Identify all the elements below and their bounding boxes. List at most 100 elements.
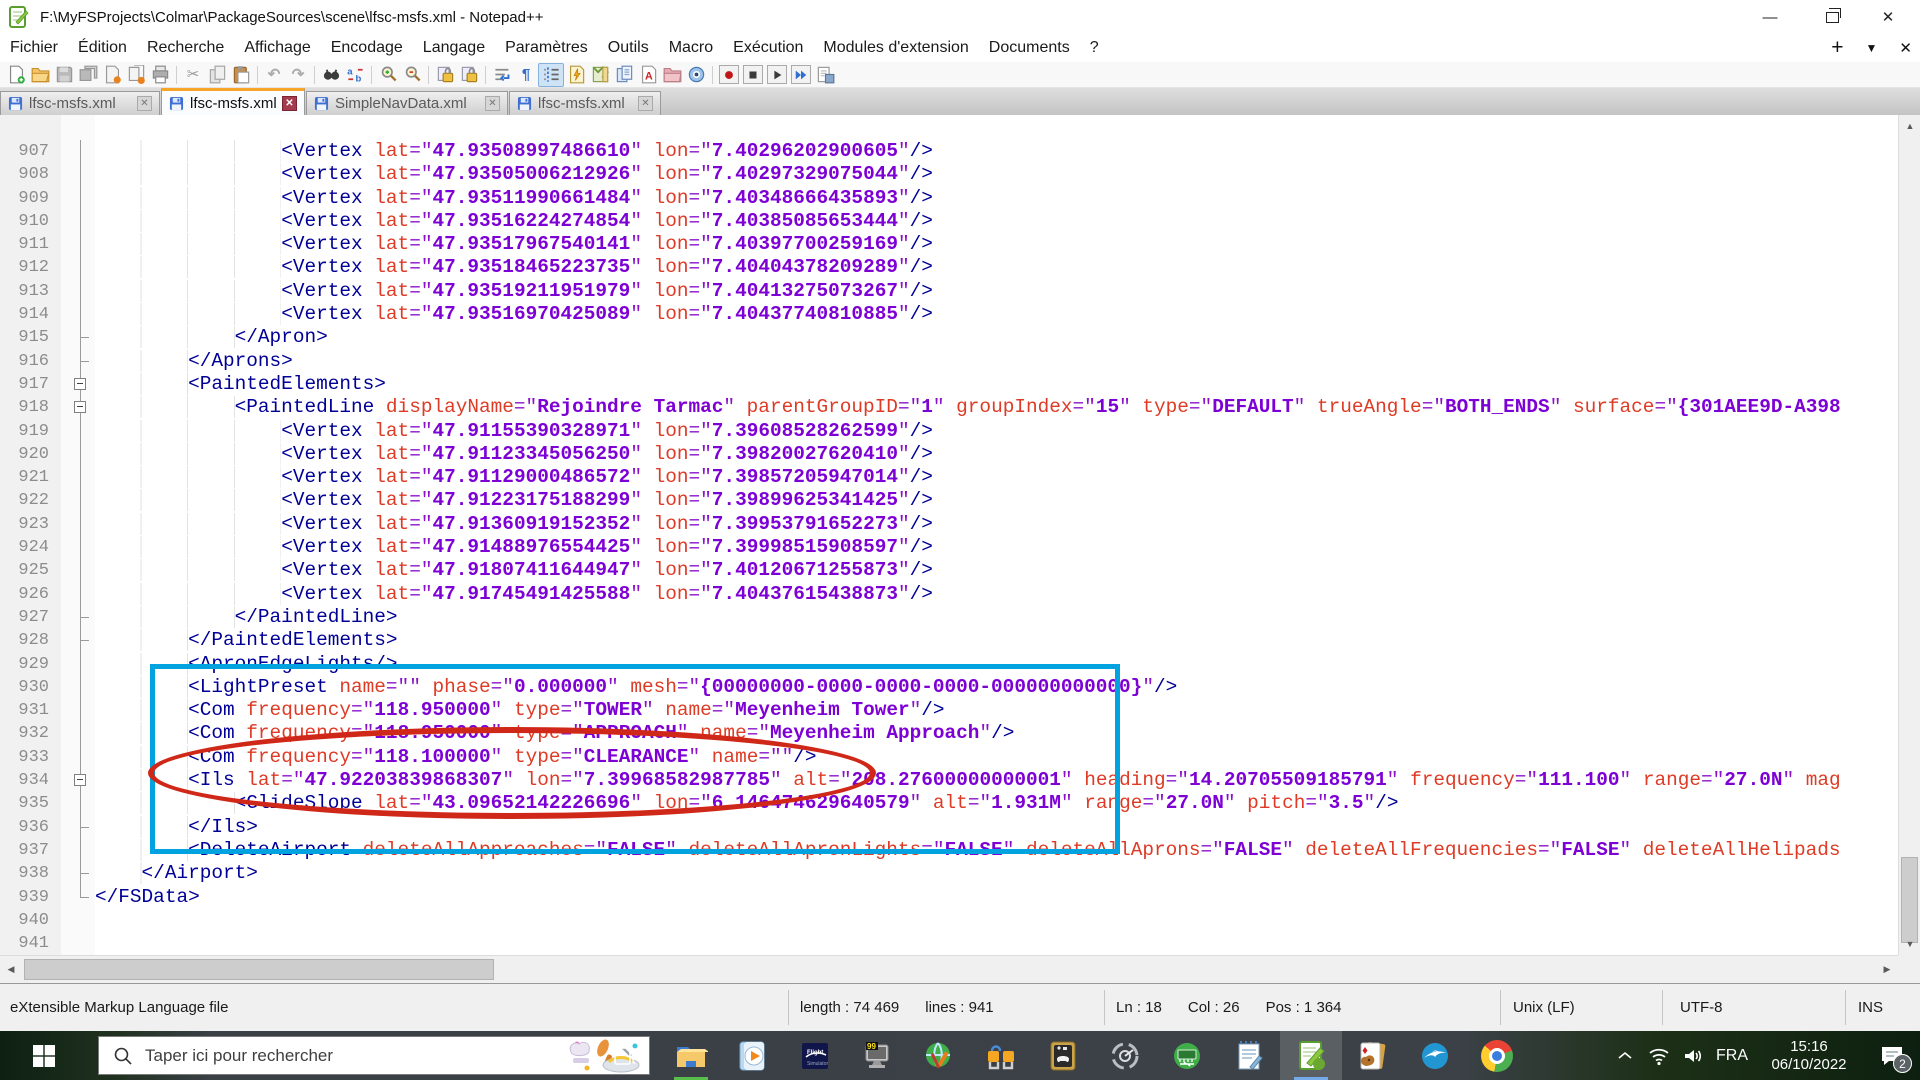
menu-item-langage[interactable]: Langage: [413, 39, 495, 57]
tab-0-lfsc-msfs.xml[interactable]: lfsc-msfs.xml ✕: [0, 91, 160, 115]
redo-icon[interactable]: ↷: [286, 64, 310, 86]
horizontal-scroll-thumb[interactable]: [24, 959, 494, 980]
code-line-915[interactable]: </Apron>: [95, 326, 1898, 349]
menu-item-encodage[interactable]: Encodage: [321, 39, 413, 57]
code-line-929[interactable]: <ApronEdgeLights/>: [95, 652, 1898, 676]
code-line-937[interactable]: <DeleteAirport deleteAllApproaches="FALS…: [95, 838, 1898, 862]
taskbar-notepad[interactable]: [1218, 1031, 1280, 1080]
macro-save-icon[interactable]: [813, 64, 837, 86]
taskbar-game-bar[interactable]: [1032, 1031, 1094, 1080]
vertical-scrollbar[interactable]: ▲ ▼: [1898, 115, 1920, 955]
code-line-928[interactable]: </PaintedElements>: [95, 629, 1898, 652]
menu-item-fichier[interactable]: Fichier: [0, 39, 68, 57]
code-line-925[interactable]: <Vertex lat="47.91807411644947" lon="7.4…: [95, 559, 1898, 582]
sync-scroll-vertical-icon[interactable]: [433, 64, 457, 86]
taskbar-clock[interactable]: 15:16 06/10/2022: [1754, 1038, 1864, 1074]
taskbar-web-tools[interactable]: [908, 1031, 970, 1080]
volume-icon[interactable]: [1676, 1031, 1710, 1080]
code-line-908[interactable]: <Vertex lat="47.93505006212926" lon="7.4…: [95, 163, 1898, 186]
minimize-button[interactable]: —: [1744, 0, 1796, 34]
code-line-922[interactable]: <Vertex lat="47.91223175188299" lon="7.3…: [95, 489, 1898, 512]
tab-list-icon[interactable]: ▼: [1866, 41, 1878, 55]
restore-button[interactable]: [1806, 0, 1858, 34]
replace-icon[interactable]: ab: [343, 64, 367, 86]
code-line-918[interactable]: <PaintedLine displayName="Rejoindre Tarm…: [95, 396, 1898, 419]
code-line-913[interactable]: <Vertex lat="47.93519211951979" lon="7.4…: [95, 279, 1898, 303]
code-view[interactable]: <Vertex lat="47.93508997486610" lon="7.4…: [95, 115, 1898, 955]
macro-run-multiple-icon[interactable]: [789, 64, 813, 86]
code-line-924[interactable]: <Vertex lat="47.91488976554425" lon="7.3…: [95, 536, 1898, 559]
taskbar-clip-manager[interactable]: [970, 1031, 1032, 1080]
save-all-icon[interactable]: [76, 64, 100, 86]
tab-1-lfsc-msfs.xml[interactable]: lfsc-msfs.xml ✕: [161, 88, 305, 115]
code-line-926[interactable]: <Vertex lat="47.91745491425588" lon="7.4…: [95, 582, 1898, 606]
copy-icon[interactable]: [205, 64, 229, 86]
macro-record-icon[interactable]: [717, 64, 741, 86]
menu-item-?[interactable]: ?: [1080, 39, 1109, 57]
taskbar-notepad-plus-plus[interactable]: [1280, 1031, 1342, 1080]
taskbar-file-explorer[interactable]: [660, 1031, 722, 1080]
code-line-907[interactable]: <Vertex lat="47.93508997486610" lon="7.4…: [95, 140, 1898, 163]
code-line-931[interactable]: <Com frequency="118.950000" type="TOWER"…: [95, 699, 1898, 722]
macro-play-icon[interactable]: [765, 64, 789, 86]
start-button[interactable]: [16, 1031, 72, 1080]
folder-as-workspace-icon[interactable]: [660, 64, 684, 86]
function-list-icon[interactable]: [564, 64, 588, 86]
tab-close-icon[interactable]: ✕: [137, 96, 152, 111]
tab-close-icon[interactable]: ✕: [638, 96, 653, 111]
word-wrap-icon[interactable]: [490, 64, 514, 86]
save-icon[interactable]: [52, 64, 76, 86]
indent-guides-icon[interactable]: [538, 62, 564, 87]
find-icon[interactable]: [319, 64, 343, 86]
code-line-939[interactable]: </FSData>: [95, 886, 1898, 909]
new-file-icon[interactable]: [4, 64, 28, 86]
status-insert-mode[interactable]: INS: [1858, 999, 1883, 1016]
close-button[interactable]: ✕: [1862, 0, 1914, 34]
print-icon[interactable]: [148, 64, 172, 86]
code-line-914[interactable]: <Vertex lat="47.93516970425089" lon="7.4…: [95, 303, 1898, 326]
code-line-923[interactable]: <Vertex lat="47.91360919152352" lon="7.3…: [95, 512, 1898, 536]
code-line-938[interactable]: </Airport>: [95, 862, 1898, 885]
vertical-scroll-thumb[interactable]: [1901, 857, 1918, 943]
macro-stop-icon[interactable]: [741, 64, 765, 86]
taskbar-solitaire[interactable]: [1342, 1031, 1404, 1080]
code-line-940[interactable]: [95, 909, 1898, 932]
fold-marker[interactable]: [61, 769, 95, 793]
sync-scroll-horizontal-icon[interactable]: [457, 64, 481, 86]
document-list-icon[interactable]: [612, 64, 636, 86]
menu-item--dition[interactable]: Édition: [68, 39, 137, 57]
taskbar-fps-monitor[interactable]: 99: [846, 1031, 908, 1080]
menu-item-macro[interactable]: Macro: [659, 39, 723, 57]
code-line-916[interactable]: </Aprons>: [95, 349, 1898, 373]
scroll-right-icon[interactable]: ▶: [1876, 958, 1898, 980]
paste-icon[interactable]: [229, 64, 253, 86]
code-line-912[interactable]: <Vertex lat="47.93518465223735" lon="7.4…: [95, 256, 1898, 279]
notification-center-button[interactable]: 2: [1864, 1031, 1920, 1080]
code-line-933[interactable]: <Com frequency="118.100000" type="CLEARA…: [95, 745, 1898, 769]
menu-item-ex-cution[interactable]: Exécution: [723, 39, 813, 57]
tab-2-SimpleNavData.xml[interactable]: SimpleNavData.xml ✕: [306, 91, 508, 115]
menu-item-param-tres[interactable]: Paramètres: [495, 39, 598, 57]
taskbar-defrag[interactable]: [1094, 1031, 1156, 1080]
code-line-921[interactable]: <Vertex lat="47.91129000486572" lon="7.3…: [95, 466, 1898, 489]
code-line-920[interactable]: <Vertex lat="47.91123345056250" lon="7.3…: [95, 442, 1898, 466]
code-line-941[interactable]: [95, 932, 1898, 955]
code-line-932[interactable]: <Com frequency="118.950000" type="APPROA…: [95, 722, 1898, 745]
close-tab-icon[interactable]: ✕: [1899, 39, 1912, 57]
taskbar-media-player[interactable]: [722, 1031, 784, 1080]
document-switcher-icon[interactable]: A: [636, 64, 660, 86]
zoom-out-icon[interactable]: [400, 64, 424, 86]
editor-area[interactable]: 907 908 909 910 911 912 913 914 915 916 917 918 919 9…: [0, 115, 1920, 983]
tab-3-lfsc-msfs.xml[interactable]: lfsc-msfs.xml ✕: [509, 91, 661, 115]
monitoring-icon[interactable]: [684, 64, 708, 86]
tray-expand-icon[interactable]: [1608, 1031, 1642, 1080]
status-eol-format[interactable]: Unix (LF): [1513, 999, 1575, 1016]
task-view-button[interactable]: [600, 1031, 650, 1080]
menu-item-documents[interactable]: Documents: [979, 39, 1080, 57]
horizontal-scrollbar[interactable]: ◀ ▶: [0, 955, 1898, 983]
code-line-930[interactable]: <LightPreset name="" phase="0.000000" me…: [95, 675, 1898, 699]
cut-icon[interactable]: ✂: [181, 64, 205, 86]
open-file-icon[interactable]: [28, 64, 52, 86]
code-line-909[interactable]: <Vertex lat="47.93511990661484" lon="7.4…: [95, 186, 1898, 210]
code-line-936[interactable]: </Ils>: [95, 815, 1898, 839]
